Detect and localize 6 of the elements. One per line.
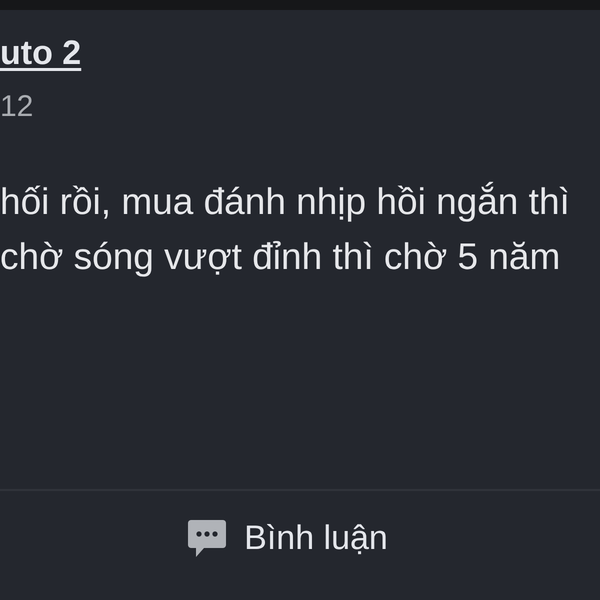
- author-link[interactable]: uto 2: [0, 33, 82, 73]
- post-text-line: chờ sóng vượt đỉnh thì chờ 5 năm: [0, 235, 560, 279]
- post-text-line: hối rồi, mua đánh nhịp hồi ngắn thì: [0, 180, 570, 224]
- post-time[interactable]: 12: [0, 87, 34, 127]
- comment-button[interactable]: Bình luận: [178, 512, 398, 564]
- comment-icon: [188, 520, 226, 556]
